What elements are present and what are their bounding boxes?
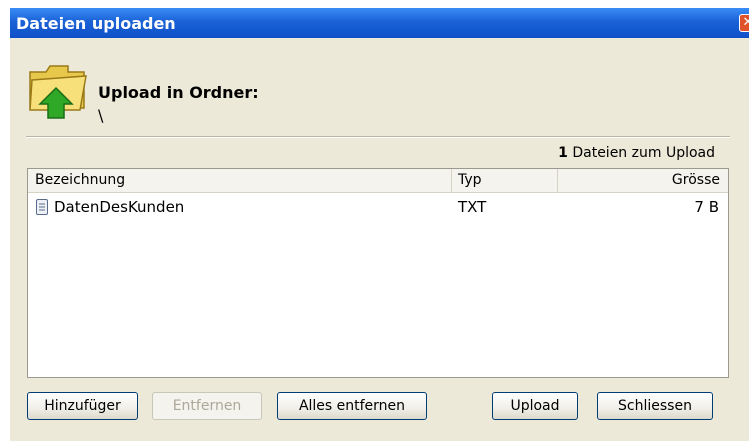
separator — [26, 136, 730, 138]
add-button[interactable]: Hinzufüger — [27, 392, 138, 420]
file-size: 7 B — [694, 198, 719, 216]
file-list[interactable]: Bezeichnung Typ Grösse DatenDesKunden TX… — [27, 168, 729, 378]
column-header-type[interactable]: Typ — [452, 169, 558, 192]
upload-button[interactable]: Upload — [492, 392, 578, 420]
title-bar[interactable]: Dateien uploaden ✕ — [10, 8, 749, 38]
upload-folder-path: \ — [98, 106, 104, 125]
upload-count-number: 1 — [558, 145, 568, 161]
header-area: Upload in Ordner: \ — [10, 38, 749, 138]
file-type: TXT — [458, 198, 487, 216]
upload-dialog: Dateien uploaden ✕ Upload in Ordner: \ 1… — [10, 8, 749, 441]
upload-count: 1 Dateien zum Upload — [558, 145, 715, 161]
file-name: DatenDesKunden — [54, 198, 185, 216]
text-file-icon — [36, 199, 48, 215]
close-icon[interactable]: ✕ — [739, 14, 749, 32]
table-row[interactable]: DatenDesKunden TXT 7 B — [28, 195, 728, 219]
remove-button[interactable]: Entfernen — [152, 392, 262, 420]
window-title: Dateien uploaden — [16, 13, 176, 33]
remove-all-button[interactable]: Alles entfernen — [277, 392, 427, 420]
column-header-name[interactable]: Bezeichnung — [28, 169, 452, 192]
file-list-header: Bezeichnung Typ Grösse — [28, 169, 728, 193]
close-button[interactable]: Schliessen — [597, 392, 713, 420]
column-header-size[interactable]: Grösse — [558, 169, 728, 192]
upload-count-text: Dateien zum Upload — [572, 145, 715, 161]
upload-folder-label: Upload in Ordner: — [98, 83, 259, 102]
folder-upload-icon — [29, 65, 87, 119]
file-name-cell: DatenDesKunden — [36, 195, 184, 219]
